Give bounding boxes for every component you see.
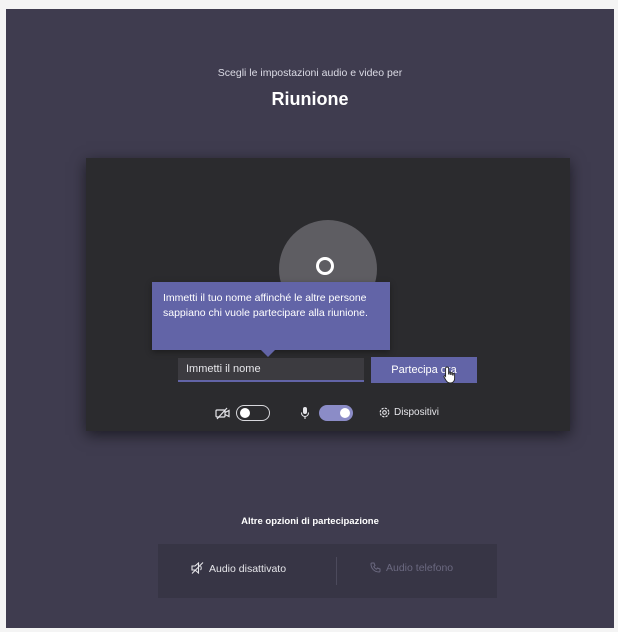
camera-toggle[interactable] <box>236 405 270 421</box>
video-preview-card: Immetti il tuo nome affinché le altre pe… <box>86 158 570 431</box>
tooltip-text: Immetti il tuo nome affinché le altre pe… <box>163 292 368 319</box>
join-screen: Scegli le impostazioni audio e video per… <box>6 9 614 628</box>
microphone-toggle-knob <box>340 408 350 418</box>
microphone-toggle[interactable] <box>319 405 353 421</box>
microphone-icon <box>300 406 310 420</box>
name-tooltip: Immetti il tuo nome affinché le altre pe… <box>152 282 390 357</box>
phone-icon <box>370 562 381 573</box>
device-controls: Dispositivi <box>86 402 570 426</box>
other-options-heading: Altre opzioni di partecipazione <box>241 516 379 527</box>
phone-audio-option[interactable]: Audio telefono <box>370 562 453 574</box>
camera-toggle-knob <box>240 407 250 418</box>
audio-off-label: Audio disattivato <box>209 563 287 575</box>
options-divider <box>336 557 337 585</box>
gear-icon <box>378 406 391 419</box>
settings-subtitle: Scegli le impostazioni audio e video per <box>217 67 403 79</box>
other-options-panel: Audio disattivato Audio telefono <box>158 544 497 598</box>
mouse-pointer-icon <box>443 366 457 384</box>
audio-off-option[interactable]: Audio disattivato <box>191 562 286 575</box>
meeting-title: Riunione <box>271 89 349 109</box>
devices-button[interactable]: Dispositivi <box>394 407 439 418</box>
name-input[interactable] <box>178 358 364 382</box>
phone-audio-label: Audio telefono <box>386 562 454 574</box>
join-now-button[interactable]: Partecipa ora <box>371 357 477 383</box>
tooltip-arrow <box>261 350 275 357</box>
speaker-off-icon <box>191 562 204 574</box>
camera-off-icon <box>215 407 230 420</box>
avatar-ring-icon <box>316 257 334 275</box>
